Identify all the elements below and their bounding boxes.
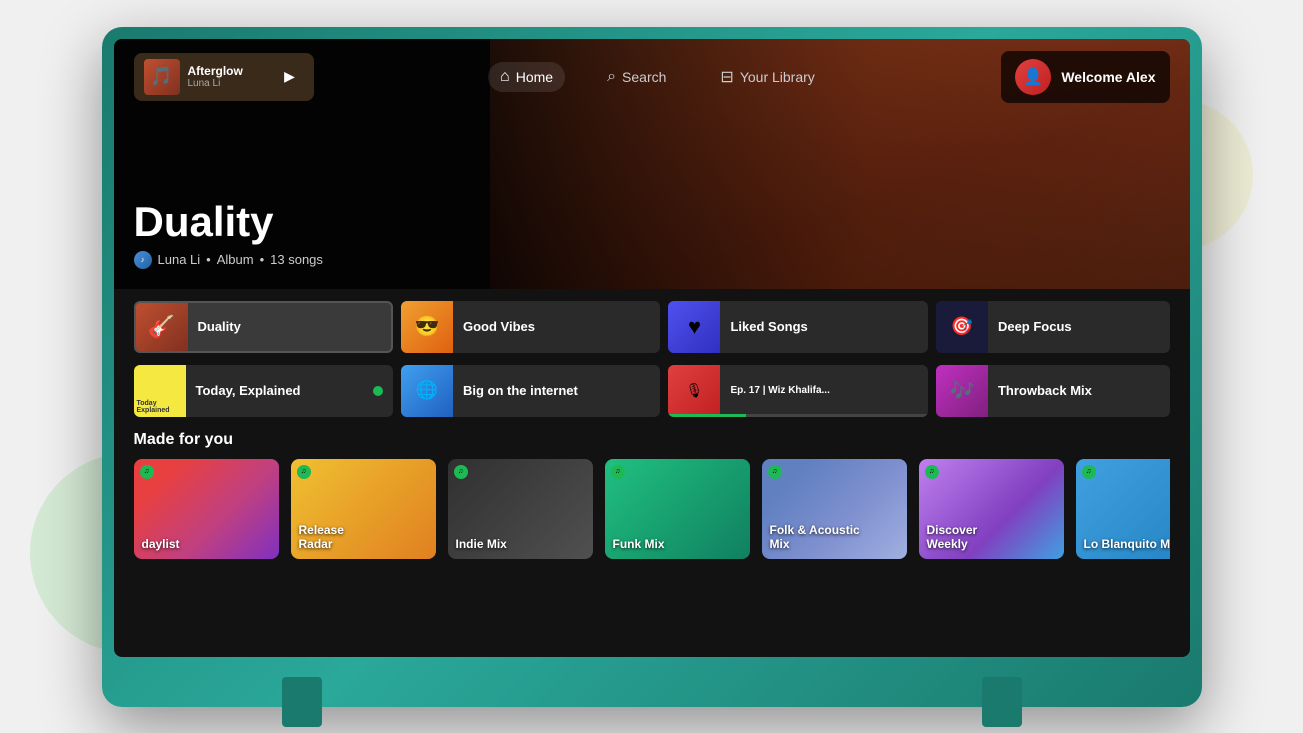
welcome-widget: 👤 Welcome Alex — [1001, 51, 1169, 103]
artist-verified-icon: ♪ — [134, 251, 152, 269]
quick-art-today: Today Explained — [134, 365, 186, 417]
card-funk-mix[interactable]: ♫ Funk Mix — [605, 459, 750, 559]
tv-stand-left — [282, 677, 322, 727]
welcome-text: Welcome Alex — [1061, 69, 1155, 85]
nav-library-label: Your Library — [740, 69, 815, 85]
tv-stand-right — [982, 677, 1022, 727]
quick-access-row1: 🎸 Duality 😎 Good Vibes ♥ Liked Songs 🎯 D… — [114, 289, 1190, 365]
spotify-dot-release: ♫ — [297, 465, 311, 479]
quick-art-deepfocus: 🎯 — [936, 301, 988, 353]
made-for-you-cards: ♫ daylist ♫ ReleaseRadar ♫ Indie Mix ♫ F… — [134, 459, 1170, 559]
hero-content: Duality ♪ Luna Li • Album • 13 songs — [134, 201, 323, 269]
card-label-folk: Folk & AcousticMix — [770, 523, 860, 551]
card-release-radar[interactable]: ♫ ReleaseRadar — [291, 459, 436, 559]
quick-art-liked: ♥ — [668, 301, 720, 353]
nav-library[interactable]: ⊟ Your Library — [708, 61, 826, 93]
album-artist: Luna Li — [158, 252, 201, 267]
spotify-dot-indie: ♫ — [454, 465, 468, 479]
card-label-indie: Indie Mix — [456, 537, 507, 551]
episode-progress — [668, 414, 927, 417]
nav-home-label: Home — [516, 69, 553, 85]
nav-search-label: Search — [622, 69, 666, 85]
spotify-dot-discover: ♫ — [925, 465, 939, 479]
now-playing-art: 🎵 — [144, 59, 180, 95]
quick-art-throwback: 🎶 — [936, 365, 988, 417]
quick-label-duality: Duality — [188, 319, 391, 334]
quick-item-ep17[interactable]: 🎙 Ep. 17 | Wiz Khalifa... — [668, 365, 927, 417]
tv-screen: 🎵 Afterglow Luna Li ▶ ⌂ Home ⌕ Search — [114, 39, 1190, 657]
card-daylist[interactable]: ♫ daylist — [134, 459, 279, 559]
episode-progress-fill — [668, 414, 746, 417]
album-separator2: • — [260, 252, 265, 267]
quick-item-likedsongs[interactable]: ♥ Liked Songs — [668, 301, 927, 353]
quick-item-duality[interactable]: 🎸 Duality — [134, 301, 393, 353]
spotify-dot-daylist: ♫ — [140, 465, 154, 479]
album-song-count: 13 songs — [270, 252, 323, 267]
hero-section: 🎵 Afterglow Luna Li ▶ ⌂ Home ⌕ Search — [114, 39, 1190, 289]
now-playing-info: Afterglow Luna Li — [188, 64, 268, 89]
quick-item-bigoninternet[interactable]: 🌐 Big on the internet — [401, 365, 660, 417]
quick-art-bigoninternet: 🌐 — [401, 365, 453, 417]
library-icon: ⊟ — [720, 67, 733, 87]
quick-art-ep17: 🎙 — [668, 365, 720, 417]
tv-frame: 🎵 Afterglow Luna Li ▶ ⌂ Home ⌕ Search — [102, 27, 1202, 707]
quick-item-throwback[interactable]: 🎶 Throwback Mix — [936, 365, 1170, 417]
navbar: 🎵 Afterglow Luna Li ▶ ⌂ Home ⌕ Search — [114, 39, 1190, 115]
spotify-dot-folk: ♫ — [768, 465, 782, 479]
card-indie-mix[interactable]: ♫ Indie Mix — [448, 459, 593, 559]
play-button[interactable]: ▶ — [276, 63, 304, 91]
card-label-discover: DiscoverWeekly — [927, 523, 978, 551]
home-icon: ⌂ — [500, 68, 510, 86]
card-label-daylist: daylist — [142, 537, 180, 551]
album-separator1: • — [206, 252, 211, 267]
quick-item-todayexplained[interactable]: Today Explained Today, Explained — [134, 365, 393, 417]
search-icon: ⌕ — [607, 68, 616, 86]
quick-art-goodvibes: 😎 — [401, 301, 453, 353]
quick-item-goodvibes[interactable]: 😎 Good Vibes — [401, 301, 660, 353]
card-label-funk: Funk Mix — [613, 537, 665, 551]
new-indicator-today — [373, 386, 383, 396]
quick-label-today: Today, Explained — [186, 383, 373, 398]
quick-label-likedsongs: Liked Songs — [720, 319, 927, 334]
now-playing-widget[interactable]: 🎵 Afterglow Luna Li ▶ — [134, 53, 314, 101]
made-for-you-section: Made for you ♫ daylist ♫ ReleaseRadar ♫ … — [114, 427, 1190, 563]
quick-access-row2: Today Explained Today, Explained 🌐 Big o… — [114, 365, 1190, 427]
quick-label-goodvibes: Good Vibes — [453, 319, 660, 334]
card-discover-weekly[interactable]: ♫ DiscoverWeekly — [919, 459, 1064, 559]
nav-links: ⌂ Home ⌕ Search ⊟ Your Library — [314, 61, 1002, 93]
card-label-loblanquito: Lo Blanquito Mix — [1084, 537, 1170, 551]
card-label-release: ReleaseRadar — [299, 523, 344, 551]
user-avatar: 👤 — [1015, 59, 1051, 95]
quick-label-throwback: Throwback Mix — [988, 383, 1170, 398]
quick-label-bigoninternet: Big on the internet — [453, 383, 660, 398]
spotify-dot-loblanquito: ♫ — [1082, 465, 1096, 479]
card-folk-acoustic[interactable]: ♫ Folk & AcousticMix — [762, 459, 907, 559]
now-playing-title: Afterglow — [188, 64, 268, 78]
quick-item-deepfocus[interactable]: 🎯 Deep Focus — [936, 301, 1170, 353]
card-lo-blanquito[interactable]: ♫ Lo Blanquito Mix — [1076, 459, 1170, 559]
section-title-made-for-you: Made for you — [134, 431, 1170, 449]
nav-home[interactable]: ⌂ Home — [488, 62, 565, 92]
quick-label-deepfocus: Deep Focus — [988, 319, 1170, 334]
now-playing-artist: Luna Li — [188, 78, 268, 89]
quick-art-duality: 🎸 — [136, 301, 188, 353]
album-meta: ♪ Luna Li • Album • 13 songs — [134, 251, 323, 269]
spotify-dot-funk: ♫ — [611, 465, 625, 479]
album-title: Duality — [134, 201, 323, 243]
quick-label-ep17: Ep. 17 | Wiz Khalifa... — [720, 385, 927, 396]
album-type: Album — [217, 252, 254, 267]
nav-search[interactable]: ⌕ Search — [595, 62, 678, 92]
